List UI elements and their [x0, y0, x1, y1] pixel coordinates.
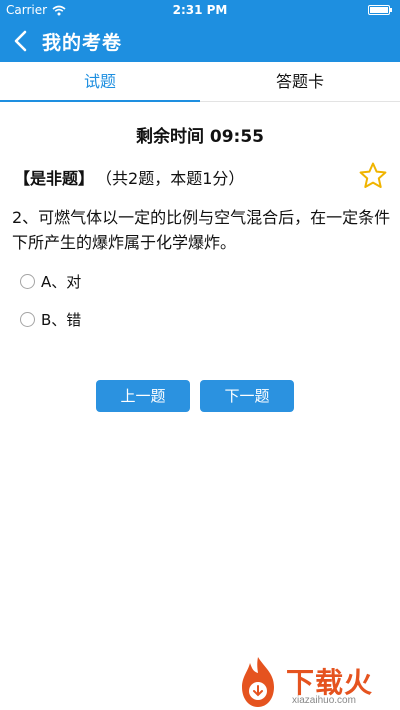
option-a[interactable]: A、对	[20, 271, 81, 292]
active-tab-indicator	[0, 100, 200, 102]
radio-icon	[20, 274, 35, 289]
status-time: 2:31 PM	[172, 3, 228, 17]
time-remaining: 剩余时间 09:55	[135, 127, 265, 147]
status-bar: Carrier 2:31 PM	[0, 0, 400, 20]
question-type: 【是非题】	[14, 169, 95, 188]
favorite-button[interactable]	[358, 161, 388, 191]
chevron-left-icon	[14, 30, 27, 52]
option-b[interactable]: B、错	[20, 309, 81, 330]
page-title: 我的考卷	[42, 32, 123, 54]
star-icon	[359, 162, 387, 188]
tab-questions[interactable]: 试题	[0, 62, 200, 102]
tab-questions-label: 试题	[83, 72, 116, 91]
back-button[interactable]	[12, 29, 32, 53]
next-question-button[interactable]: 下一题	[200, 380, 294, 412]
question-type-row: 【是非题】 （共2题，本题1分）	[14, 165, 244, 189]
flame-logo-icon	[242, 657, 274, 707]
previous-question-button[interactable]: 上一题	[96, 380, 190, 412]
tab-answer-sheet[interactable]: 答题卡	[200, 62, 400, 101]
tab-answer-sheet-label: 答题卡	[275, 72, 324, 91]
battery-icon	[368, 5, 392, 15]
radio-icon	[20, 312, 35, 327]
option-a-label: A、对	[41, 273, 82, 291]
question-text: 2、可燃气体以一定的比例与空气混合后，在一定条件下所产生的爆炸属于化学爆炸。	[12, 208, 391, 252]
tab-bar: 试题 答题卡	[0, 62, 400, 102]
watermark-logo: 下载火 xiazaihuo.com	[234, 655, 394, 710]
watermark-url: xiazaihuo.com	[292, 695, 356, 706]
nav-bar: 我的考卷	[0, 20, 400, 62]
option-b-label: B、错	[41, 311, 82, 329]
question-meta: （共2题，本题1分）	[104, 169, 245, 188]
